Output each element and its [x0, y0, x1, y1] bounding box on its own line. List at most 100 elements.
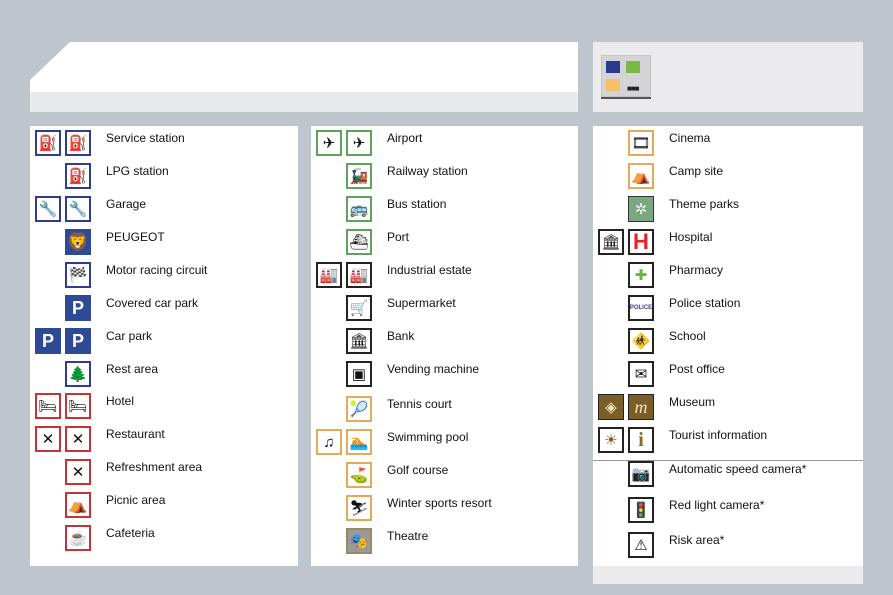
legend-label: PEUGEOT [106, 230, 165, 244]
legend-label: Supermarket [387, 296, 456, 310]
speed-camera-icon: 📷 [628, 461, 654, 487]
picnic-table-icon: ⛺ [65, 492, 91, 518]
legend-row: ✲ Theme parks [593, 192, 863, 225]
chapter-header-banner [30, 42, 578, 112]
tennis-icon: 🎾 [346, 396, 372, 422]
wrench-icon: 🔧 [35, 196, 61, 222]
vending-machine-icon: ▣ [346, 361, 372, 387]
hospital-h-icon: H [628, 229, 654, 255]
legend-label: Bank [387, 329, 415, 343]
legend-label: Hospital [669, 230, 713, 244]
poi-column-3-inner: 🎞 Cinema ⛺ Camp site ✲ Theme parks 🏛 H Hospital ✚… [593, 126, 863, 566]
legend-label: Vending machine [387, 362, 480, 376]
legend-row: P Covered car park [30, 291, 298, 324]
poi-column-3: 🎞 Cinema ⛺ Camp site ✲ Theme parks 🏛 H Hospital ✚… [593, 126, 863, 584]
legend-label: Hotel [106, 394, 135, 408]
airplane-icon: ✈ [346, 130, 372, 156]
map-categories-icon: ■■■ [601, 55, 651, 99]
legend-row: ⛽ LPG station [30, 159, 298, 192]
orange-category-square [606, 79, 620, 91]
legend-label: Airport [387, 131, 423, 145]
legend-row: 🛒 Supermarket [311, 291, 578, 324]
section-divider [593, 460, 863, 461]
legend-row: ⚠ Risk area* [593, 528, 863, 561]
theatre-icon: 🎭 [346, 528, 372, 554]
poi-column-1: ⛽ ⛽ Service station ⛽ LPG station 🔧 🔧 Garage 🦁 PE… [30, 126, 298, 566]
legend-label: Swimming pool [387, 430, 469, 444]
legend-row: 🎭 Theatre [311, 524, 578, 557]
public-building-icon: 🏛 [598, 229, 624, 255]
more-dots-icon: ■■■ [627, 84, 639, 93]
golf-icon: ⛳ [346, 462, 372, 488]
coffee-cup-icon: ☕ [65, 525, 91, 551]
information-i-icon: i [628, 427, 654, 453]
legend-row: ⛷ Winter sports resort [311, 491, 578, 524]
pharmacy-cross-icon: ✚ [628, 262, 654, 288]
legend-row: ⛽ ⛽ Service station [30, 126, 298, 159]
legend-label: Theatre [387, 529, 429, 543]
legend-label: Pharmacy [669, 263, 724, 277]
header-tab [30, 42, 578, 92]
legend-row: 🎾 Tennis court [311, 392, 578, 425]
legend-label: Golf course [387, 463, 449, 477]
legend-row: ⛴ Port [311, 225, 578, 258]
legend-row: 🌲 Rest area [30, 357, 298, 390]
fuel-pump-icon: ⛽ [35, 130, 61, 156]
legend-label: Police station [669, 296, 741, 310]
header-band [30, 92, 578, 112]
legend-label: Covered car park [106, 296, 199, 310]
legend-row: 🔧 🔧 Garage [30, 192, 298, 225]
legend-row: ⛺ Picnic area [30, 488, 298, 521]
legend-label: Bus station [387, 197, 447, 211]
legend-row: ☕ Cafeteria [30, 521, 298, 554]
legend-label: Cinema [669, 131, 711, 145]
industry-group-icon: 🏭 [316, 262, 342, 288]
legend-label: Museum [669, 395, 716, 409]
legend-label: Automatic speed camera* [669, 462, 807, 476]
ferris-wheel-icon: ✲ [628, 196, 654, 222]
cutlery-icon: ✕ [35, 426, 61, 452]
rest-area-icon: 🌲 [65, 361, 91, 387]
legend-label: Restaurant [106, 427, 165, 441]
legend-row: 🚂 Railway station [311, 159, 578, 192]
legend-label: Car park [106, 329, 153, 343]
legend-row: 🎞 Cinema [593, 126, 863, 159]
shopping-cart-icon: 🛒 [346, 295, 372, 321]
green-category-square [626, 61, 640, 73]
legend-label: Risk area* [669, 533, 725, 547]
legend-label: Industrial estate [387, 263, 472, 277]
industry-icon: 🏭 [346, 262, 372, 288]
legend-row: ⛺ Camp site [593, 159, 863, 192]
legend-label: Motor racing circuit [106, 263, 208, 277]
legend-row: ✚ Pharmacy [593, 258, 863, 291]
covered-parking-icon: P [65, 295, 91, 321]
legend-label: Tourist information [669, 428, 768, 442]
legend-label: Post office [669, 362, 725, 376]
legend-row: ✕ Refreshment area [30, 455, 298, 488]
legend-row: 📷 Automatic speed camera* [593, 457, 863, 490]
blue-category-square [606, 61, 620, 73]
bank-icon: 🏛 [346, 328, 372, 354]
legend-label: Tennis court [387, 397, 452, 411]
red-light-camera-icon: 🚦 [628, 497, 654, 523]
legend-row: 🛏 🛏 Hotel [30, 389, 298, 422]
legend-row: ♫ 🏊 Swimming pool [311, 425, 578, 458]
ski-icon: ⛷ [346, 495, 372, 521]
sunrise-icon: ☀ [598, 427, 624, 453]
legend-row: 🏁 Motor racing circuit [30, 258, 298, 291]
legend-label: Refreshment area [106, 460, 203, 474]
legend-row: ✉ Post office [593, 357, 863, 390]
legend-row: 🏭 🏭 Industrial estate [311, 258, 578, 291]
envelope-icon: ✉ [628, 361, 654, 387]
legend-row: POLICE Police station [593, 291, 863, 324]
bus-icon: 🚌 [346, 196, 372, 222]
poi-column-2: ✈ ✈ Airport 🚂 Railway station 🚌 Bus station ⛴ Po… [311, 126, 578, 566]
legend-label: Red light camera* [669, 498, 765, 512]
legend-label: Cafeteria [106, 526, 155, 540]
parking-icon: P [65, 328, 91, 354]
peugeot-lion-icon: 🦁 [65, 229, 91, 255]
bed-icon: 🛏 [65, 393, 91, 419]
refreshment-icon: ✕ [65, 459, 91, 485]
legend-row: ☀ i Tourist information [593, 423, 863, 456]
parking-icon: P [35, 328, 61, 354]
